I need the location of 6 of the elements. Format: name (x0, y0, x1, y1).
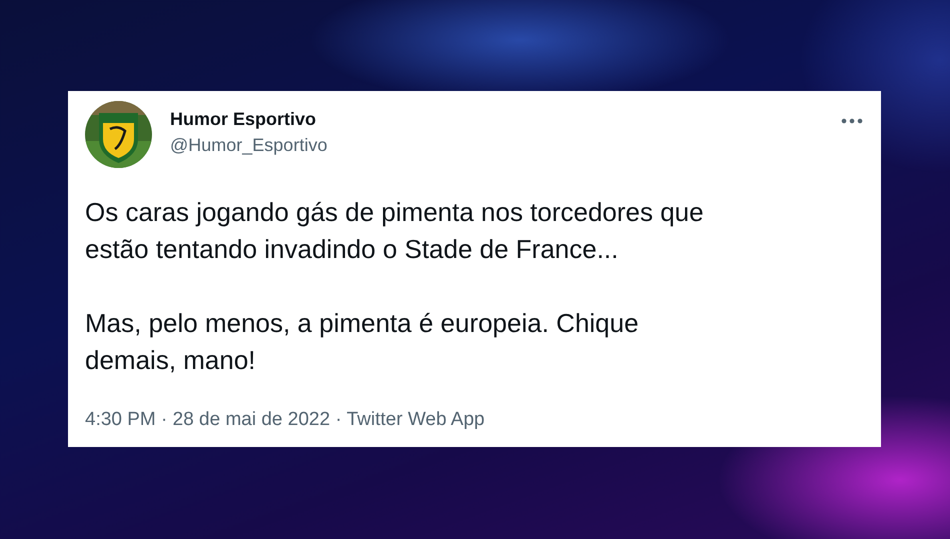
author-handle[interactable]: @Humor_Esportivo (170, 135, 841, 156)
tweet-text: Mas, pelo menos, a pimenta é europeia. Chique demais, mano! (85, 307, 640, 377)
tweet-timestamp: 4:30 PM · 28 de mai de 2022 · Twitter Web App (85, 409, 486, 431)
author-name[interactable]: Humor Esportivo (170, 109, 841, 130)
more-icon[interactable] (841, 118, 863, 124)
tweet-text: Os caras jogando gás de pimenta nos torcedores que estão tentando invadindo o Stade de France... (85, 196, 705, 266)
